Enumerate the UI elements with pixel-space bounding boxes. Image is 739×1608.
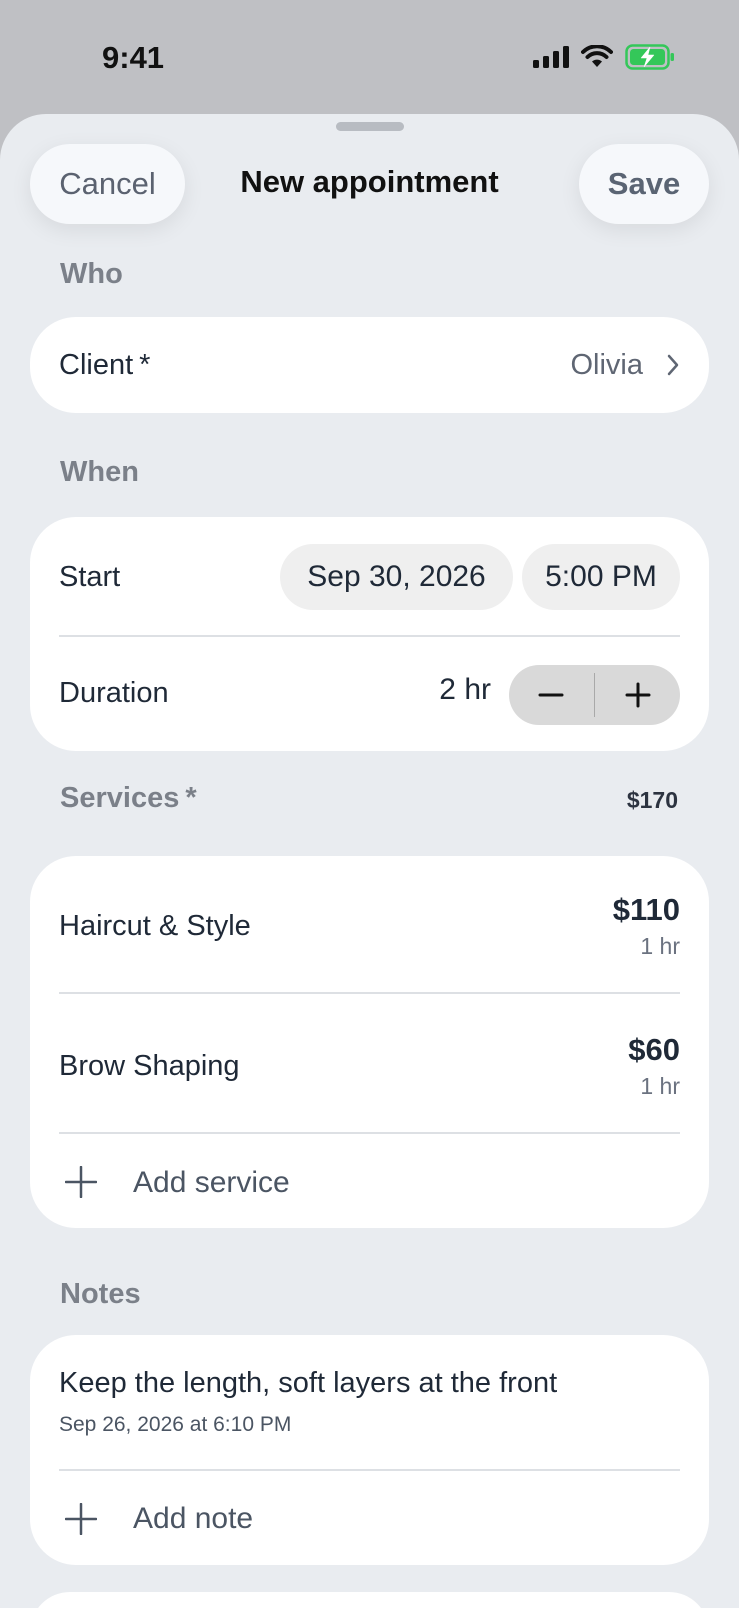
- client-label-text: Client: [59, 349, 134, 381]
- divider: [59, 1469, 680, 1471]
- required-mark: *: [139, 349, 151, 381]
- duration-stepper: [509, 665, 680, 725]
- status-bar: 9:41: [0, 0, 739, 115]
- divider: [59, 635, 680, 637]
- duration-value: 2 hr: [439, 673, 491, 706]
- service-price: $60: [628, 1032, 680, 1067]
- start-time-picker[interactable]: 5:00 PM: [522, 544, 680, 610]
- sheet-grabber[interactable]: [336, 122, 404, 131]
- section-label-services: Services *: [60, 782, 197, 815]
- plus-icon: [625, 682, 651, 708]
- add-note-label: Add note: [133, 1502, 254, 1535]
- services-total: $170: [626, 787, 678, 813]
- divider: [59, 992, 680, 994]
- services-card: Haircut & Style $110 1 hr Brow Shaping $…: [30, 856, 709, 1228]
- appointment-sheet: Cancel New appointment Save Who Client * …: [0, 114, 739, 1608]
- increment-button[interactable]: [595, 665, 680, 725]
- when-card: Start Sep 30, 2026 5:00 PM Duration 2 hr: [30, 517, 709, 751]
- start-date-picker[interactable]: Sep 30, 2026: [280, 544, 513, 610]
- decrement-button[interactable]: [509, 665, 594, 725]
- note-timestamp: Sep 26, 2026 at 6:10 PM: [59, 1413, 292, 1436]
- service-duration: 1 hr: [640, 933, 680, 959]
- duration-label: Duration: [59, 677, 169, 709]
- service-name: Haircut & Style: [59, 910, 251, 942]
- plus-icon: [64, 1165, 98, 1203]
- start-label: Start: [59, 561, 121, 593]
- service-price: $110: [612, 892, 680, 927]
- minus-icon: [538, 693, 564, 697]
- client-row[interactable]: Client * Olivia: [30, 317, 709, 413]
- add-service-label: Add service: [133, 1166, 290, 1199]
- divider: [59, 1132, 680, 1134]
- save-button[interactable]: Save: [579, 144, 709, 224]
- note-text: Keep the length, soft layers at the fron…: [59, 1367, 558, 1399]
- cellular-signal-icon: [533, 46, 569, 68]
- section-label-who: Who: [60, 258, 123, 290]
- service-name: Brow Shaping: [59, 1050, 240, 1082]
- next-card: [30, 1592, 709, 1608]
- client-value: Olivia: [570, 349, 643, 381]
- section-label-notes: Notes: [60, 1278, 141, 1310]
- required-mark: *: [185, 782, 197, 814]
- service-duration: 1 hr: [640, 1073, 680, 1099]
- section-label-when: When: [60, 456, 139, 488]
- notes-card: Keep the length, soft layers at the fron…: [30, 1335, 709, 1565]
- chevron-right-icon: [666, 353, 680, 382]
- battery-charging-icon: [625, 44, 675, 70]
- status-icons: [533, 44, 675, 70]
- plus-icon: [64, 1502, 98, 1540]
- wifi-icon: [581, 45, 613, 69]
- status-time: 9:41: [102, 40, 165, 75]
- client-label: Client *: [59, 349, 150, 382]
- services-label-text: Services: [60, 782, 180, 814]
